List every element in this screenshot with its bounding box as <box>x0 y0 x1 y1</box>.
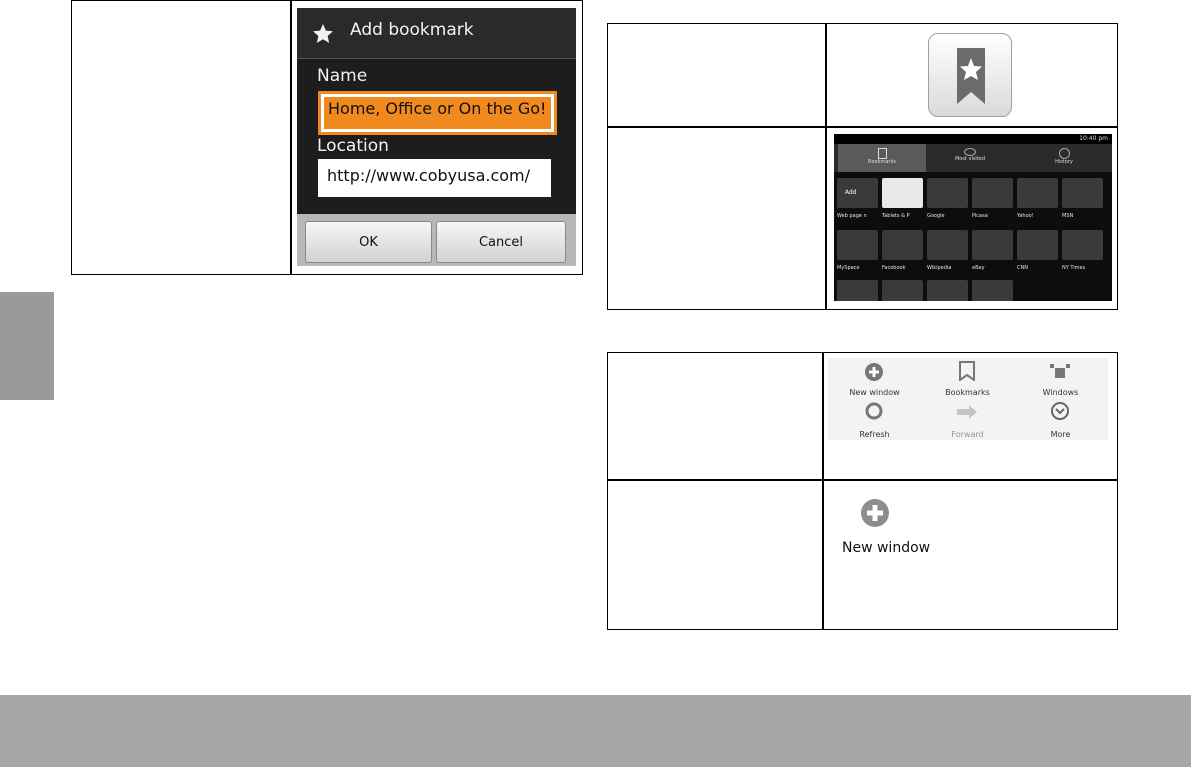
thumb-label: Web page n <box>837 213 867 219</box>
menu-label: Windows <box>1042 388 1079 397</box>
tab-most-visited[interactable]: Most visited <box>926 144 1014 172</box>
name-value: Home, Office or On the Go! <box>328 99 547 118</box>
add-bookmark-dialog: Add bookmark Name Home, Office or On the… <box>297 8 576 266</box>
right-top-divider <box>825 24 827 309</box>
menu-more[interactable]: More <box>1014 399 1107 440</box>
bookmark-thumb[interactable] <box>882 230 923 260</box>
tab-bookmarks[interactable]: Bookmarks <box>838 144 926 172</box>
thumb-label: Picasa <box>972 213 988 219</box>
star-icon <box>313 24 333 43</box>
thumb-label: eBay <box>972 265 985 271</box>
menu-label: Bookmarks <box>945 388 990 397</box>
dialog-header: Add bookmark <box>297 8 576 59</box>
bookmark-thumb[interactable] <box>927 178 968 208</box>
bookmark-thumb[interactable] <box>1017 178 1058 208</box>
tab-most-visited-label: Most visited <box>954 156 986 162</box>
menu-forward[interactable]: Forward <box>921 399 1014 440</box>
menu-label: Refresh <box>859 430 890 439</box>
name-label: Name <box>317 66 368 86</box>
bookmark-thumb[interactable] <box>927 280 968 301</box>
menu-label: New window <box>849 388 900 397</box>
dialog-footer: OK Cancel <box>297 214 576 266</box>
thumb-label: MSN <box>1062 213 1074 219</box>
plus-icon <box>867 505 883 521</box>
menu-windows[interactable]: Windows <box>1014 358 1107 399</box>
add-label: Add <box>845 189 857 196</box>
menu-label: More <box>1050 430 1071 439</box>
bookmark-thumb[interactable] <box>837 230 878 260</box>
bookmark-thumb[interactable] <box>882 178 923 208</box>
bookmark-thumb[interactable] <box>1017 230 1058 260</box>
bookmark-thumb[interactable] <box>1062 230 1103 260</box>
bookmark-thumb[interactable] <box>1062 178 1103 208</box>
menu-new-window[interactable]: New window <box>828 358 921 399</box>
bookmark-thumb[interactable] <box>972 178 1013 208</box>
new-window-label: New window <box>842 540 931 556</box>
side-tab <box>0 292 54 400</box>
name-field[interactable]: Home, Office or On the Go! <box>318 91 557 135</box>
forward-arrow-icon <box>957 405 977 419</box>
bookmark-thumb[interactable] <box>972 280 1013 301</box>
thumb-label: Tablets & P <box>882 213 910 219</box>
add-bookmark-thumb[interactable]: Add <box>837 178 878 208</box>
right-bottom-divider <box>822 353 824 629</box>
right-top-row-divider <box>608 126 1117 128</box>
new-window-icon[interactable] <box>861 499 889 527</box>
bookmark-icon <box>959 361 975 381</box>
plus-circle-icon <box>865 363 883 381</box>
chevron-down-icon <box>1051 402 1069 420</box>
location-value: http://www.cobyusa.com/ <box>327 166 531 185</box>
dialog-title: Add bookmark <box>350 20 474 40</box>
status-bar: 10:40 pm <box>834 134 1112 144</box>
tab-bookmarks-label: Bookmarks <box>868 159 896 165</box>
menu-refresh[interactable]: Refresh <box>828 399 921 440</box>
right-bottom-row-divider <box>608 479 1117 481</box>
bookmark-icon <box>877 148 887 159</box>
thumb-label: CNN <box>1017 265 1028 271</box>
thumb-label: Yahoo! <box>1017 213 1034 219</box>
thumb-label: NY Times <box>1062 265 1086 271</box>
thumb-label: Wikipedia <box>927 265 952 271</box>
bookmark-button-icon[interactable] <box>928 33 1012 117</box>
thumb-label: Facebook <box>882 265 906 271</box>
menu-label: Forward <box>951 430 984 439</box>
bookmark-thumb[interactable] <box>837 280 878 301</box>
windows-icon <box>1050 364 1070 378</box>
refresh-icon <box>865 402 883 420</box>
clock-icon <box>1058 148 1070 159</box>
tab-history[interactable]: History <box>1020 144 1108 172</box>
ok-button[interactable]: OK <box>305 221 432 263</box>
footer-bar <box>0 695 1191 767</box>
location-field[interactable]: http://www.cobyusa.com/ <box>318 159 551 197</box>
tab-history-label: History <box>1055 159 1073 165</box>
bookmarks-screen: 10:40 pm Bookmarks Most visited History … <box>834 134 1112 301</box>
cancel-button[interactable]: Cancel <box>436 221 566 263</box>
bookmark-icon <box>957 48 985 104</box>
menu-bookmarks[interactable]: Bookmarks <box>921 358 1014 399</box>
thumb-label: MySpace <box>837 265 860 271</box>
eye-icon <box>964 148 976 156</box>
status-clock: 10:40 pm <box>1079 135 1108 142</box>
bookmark-thumb[interactable] <box>882 280 923 301</box>
location-label: Location <box>317 136 389 156</box>
browser-menu: New window Bookmarks Windows Refresh For… <box>828 358 1108 440</box>
bookmark-thumb[interactable] <box>927 230 968 260</box>
left-table-divider <box>290 1 292 274</box>
thumb-label: Google <box>927 213 945 219</box>
bookmark-thumb[interactable] <box>972 230 1013 260</box>
bookmarks-tabs: Bookmarks Most visited History <box>834 144 1112 172</box>
